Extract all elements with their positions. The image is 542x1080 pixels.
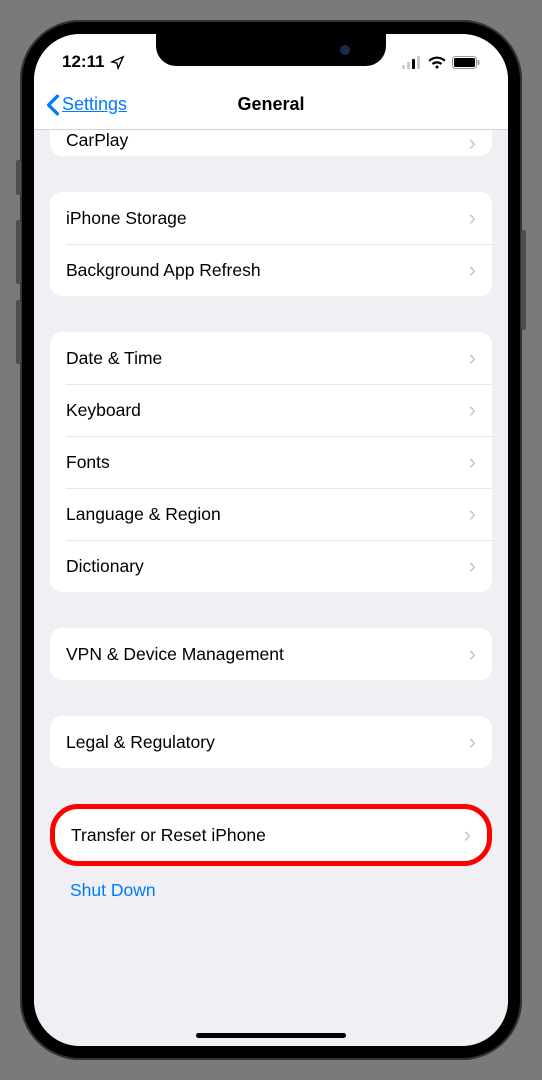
- chevron-right-icon: ›: [469, 449, 476, 475]
- row-label: Transfer or Reset iPhone: [71, 825, 266, 846]
- chevron-right-icon: ›: [469, 257, 476, 283]
- row-label: Legal & Regulatory: [66, 732, 215, 753]
- nav-title: General: [237, 94, 304, 115]
- row-legal-regulatory[interactable]: Legal & Regulatory ›: [50, 716, 492, 768]
- mute-switch: [16, 160, 21, 195]
- chevron-right-icon: ›: [469, 130, 476, 156]
- row-keyboard[interactable]: Keyboard ›: [50, 384, 492, 436]
- location-icon: [110, 55, 125, 70]
- row-label: Fonts: [66, 452, 110, 473]
- chevron-right-icon: ›: [469, 641, 476, 667]
- row-iphone-storage[interactable]: iPhone Storage ›: [50, 192, 492, 244]
- row-label: CarPlay: [66, 130, 128, 151]
- battery-icon: [452, 56, 480, 69]
- row-label: Date & Time: [66, 348, 162, 369]
- group-carplay: CarPlay ›: [50, 130, 492, 156]
- row-label: Keyboard: [66, 400, 141, 421]
- row-carplay[interactable]: CarPlay ›: [50, 130, 492, 156]
- row-language-region[interactable]: Language & Region ›: [50, 488, 492, 540]
- back-label: Settings: [62, 94, 127, 115]
- row-label: iPhone Storage: [66, 208, 187, 229]
- content-scroll[interactable]: CarPlay › iPhone Storage › Background Ap…: [34, 130, 508, 1046]
- row-dictionary[interactable]: Dictionary ›: [50, 540, 492, 592]
- nav-bar: Settings General: [34, 80, 508, 130]
- group-legal: Legal & Regulatory ›: [50, 716, 492, 768]
- row-fonts[interactable]: Fonts ›: [50, 436, 492, 488]
- wifi-icon: [428, 56, 446, 69]
- notch: [156, 34, 386, 66]
- phone-frame: 12:11: [20, 20, 522, 1060]
- chevron-right-icon: ›: [464, 822, 471, 848]
- row-date-time[interactable]: Date & Time ›: [50, 332, 492, 384]
- group-storage-refresh: iPhone Storage › Background App Refresh …: [50, 192, 492, 296]
- camera-dot: [340, 45, 350, 55]
- group-vpn: VPN & Device Management ›: [50, 628, 492, 680]
- power-button: [521, 230, 526, 330]
- chevron-right-icon: ›: [469, 501, 476, 527]
- screen: 12:11: [34, 34, 508, 1046]
- status-time: 12:11: [62, 52, 105, 72]
- shut-down-button[interactable]: Shut Down: [50, 866, 492, 929]
- home-indicator[interactable]: [196, 1033, 346, 1038]
- row-vpn-device-management[interactable]: VPN & Device Management ›: [50, 628, 492, 680]
- chevron-right-icon: ›: [469, 345, 476, 371]
- chevron-right-icon: ›: [469, 553, 476, 579]
- chevron-right-icon: ›: [469, 397, 476, 423]
- row-label: Background App Refresh: [66, 260, 261, 281]
- row-label: VPN & Device Management: [66, 644, 284, 665]
- chevron-right-icon: ›: [469, 205, 476, 231]
- volume-down-button: [16, 300, 21, 364]
- group-input-lang: Date & Time › Keyboard › Fonts › Languag…: [50, 332, 492, 592]
- row-label: Dictionary: [66, 556, 144, 577]
- chevron-left-icon: [46, 94, 60, 116]
- row-transfer-reset-iphone[interactable]: Transfer or Reset iPhone ›: [55, 809, 487, 861]
- shutdown-label: Shut Down: [70, 880, 156, 900]
- cellular-icon: [402, 56, 422, 69]
- chevron-right-icon: ›: [469, 729, 476, 755]
- back-button[interactable]: Settings: [46, 94, 127, 116]
- row-label: Language & Region: [66, 504, 221, 525]
- volume-up-button: [16, 220, 21, 284]
- row-background-app-refresh[interactable]: Background App Refresh ›: [50, 244, 492, 296]
- group-transfer-reset: Transfer or Reset iPhone ›: [50, 804, 492, 866]
